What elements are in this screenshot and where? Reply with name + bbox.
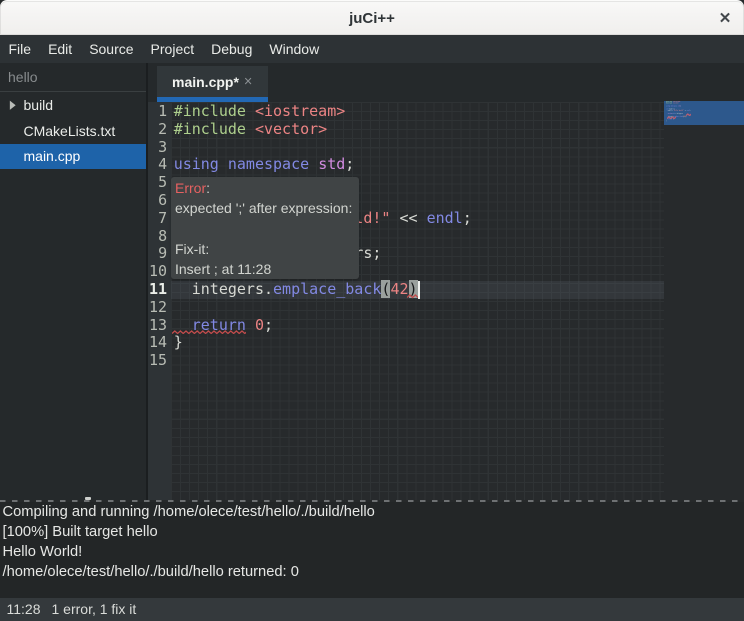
code-token-pp: #include xyxy=(174,120,246,138)
tooltip-error-line: Error: xyxy=(175,178,359,198)
code-token-pl: ; xyxy=(264,316,273,334)
line-number: 2 xyxy=(148,121,171,139)
line-number: 9 xyxy=(148,245,171,263)
tree-item-main-cpp[interactable]: main.cpp xyxy=(0,144,146,170)
source-minimap[interactable]: #include <iostream>#include <vector>usin… xyxy=(664,102,744,500)
line-number: 5 xyxy=(148,174,171,192)
diagnostic-count: 1 error, 1 fix it xyxy=(52,601,137,617)
menu-project[interactable]: Project xyxy=(142,35,203,63)
code-line-1: #include <iostream> xyxy=(174,103,664,121)
menu-file[interactable]: File xyxy=(0,35,40,63)
code-line-12 xyxy=(174,299,664,317)
titlebar[interactable]: juCi++ ✕ xyxy=(0,0,744,35)
code-token-pl xyxy=(219,155,228,173)
code-line-15 xyxy=(174,352,664,370)
code-token-pl xyxy=(246,316,255,334)
tabbar: main.cpp* × xyxy=(148,63,744,102)
line-number: 14 xyxy=(148,334,171,352)
tooltip-fixit-text: Insert ; at 11:28 xyxy=(175,259,359,279)
code-token-kw: endl xyxy=(427,209,463,227)
line-number: 15 xyxy=(148,352,171,370)
code-token-ns: std xyxy=(318,155,345,173)
code-line-2: #include <vector> xyxy=(174,121,664,139)
code-token-num: 0 xyxy=(255,316,264,334)
project-name: hello xyxy=(0,63,146,91)
code-token-pl: integers. xyxy=(174,280,273,298)
menu-debug[interactable]: Debug xyxy=(203,35,261,63)
project-sidebar: hello build CMakeLists.txt main.cpp xyxy=(0,63,146,500)
line-number: 7 xyxy=(148,210,171,228)
tooltip-spacer xyxy=(175,219,359,239)
line-number: 10 xyxy=(148,263,171,281)
code-token-pl: ; xyxy=(345,155,354,173)
terminal-line: Compiling and running /home/olece/test/h… xyxy=(3,502,744,522)
code-text-area[interactable]: #include <iostream>#include <vector>usin… xyxy=(171,102,664,500)
file-tree: build CMakeLists.txt main.cpp xyxy=(0,92,146,169)
tree-item-label: main.cpp xyxy=(24,148,81,164)
build-terminal[interactable]: Compiling and running /home/olece/test/h… xyxy=(0,502,744,598)
code-token-kw: emplace_back xyxy=(273,280,381,298)
tooltip-message: expected ';' after expression: xyxy=(175,198,359,218)
code-line-4: using namespace std; xyxy=(174,156,664,174)
terminal-line: /home/olece/test/hello/./build/hello ret… xyxy=(3,562,744,582)
code-token-pl: ; xyxy=(463,209,472,227)
tree-item-build[interactable]: build xyxy=(0,92,146,118)
code-token-pl xyxy=(246,120,255,138)
minimap-error-mark xyxy=(686,113,691,117)
tree-item-label: build xyxy=(24,97,54,113)
window-title: juCi++ xyxy=(0,1,744,35)
tree-item-cmakelists-txt[interactable]: CMakeLists.txt xyxy=(0,118,146,144)
error-squiggle xyxy=(172,330,246,335)
code-token-pl xyxy=(246,102,255,120)
minimap-error-mark xyxy=(667,116,677,120)
line-number: 1 xyxy=(148,103,171,121)
line-number: 13 xyxy=(148,317,171,335)
tooltip-fixit-title: Fix-it: xyxy=(175,239,359,259)
line-number-gutter: 123456789101112131415 xyxy=(148,102,171,500)
code-line-14: } xyxy=(174,334,664,352)
code-token-pp: #include xyxy=(174,102,246,120)
menubar: FileEditSourceProjectDebugWindow xyxy=(0,35,744,63)
diagnostic-tooltip: Error: expected ';' after expression: Fi… xyxy=(171,177,359,279)
terminal-line: [100%] Built target hello xyxy=(3,522,744,542)
code-token-str: <vector> xyxy=(255,120,327,138)
tab-close-icon[interactable]: × xyxy=(244,75,252,90)
expander-arrow-icon[interactable] xyxy=(9,100,17,111)
cursor-position: 11:28 xyxy=(7,601,41,617)
code-token-pl: << xyxy=(390,209,426,227)
code-token-str: <iostream> xyxy=(255,102,345,120)
error-squiggle xyxy=(407,294,418,299)
line-number: 4 xyxy=(148,156,171,174)
line-number: 12 xyxy=(148,299,171,317)
tooltip-severity: Error xyxy=(175,180,206,196)
code-token-num: 42 xyxy=(390,280,408,298)
code-token-kw: namespace xyxy=(228,155,309,173)
line-number: 11 xyxy=(148,281,171,299)
code-token-pl: } xyxy=(174,333,183,351)
tab-label: main.cpp* xyxy=(172,74,239,90)
close-window-icon[interactable]: ✕ xyxy=(715,1,735,35)
code-line-3 xyxy=(174,139,664,157)
code-line-13: return 0; xyxy=(174,317,664,335)
tree-item-label: CMakeLists.txt xyxy=(24,123,116,139)
menu-window[interactable]: Window xyxy=(261,35,328,63)
code-token-kw: using xyxy=(174,155,219,173)
text-caret xyxy=(418,281,420,299)
code-editor[interactable]: 123456789101112131415 #include <iostream… xyxy=(148,102,744,500)
code-token-pl xyxy=(309,155,318,173)
line-number: 3 xyxy=(148,139,171,157)
terminal-line: Hello World! xyxy=(3,542,744,562)
line-number: 8 xyxy=(148,228,171,246)
statusbar: 11:28 1 error, 1 fix it xyxy=(0,598,744,621)
jucipp-window: juCi++ ✕ FileEditSourceProjectDebugWindo… xyxy=(0,0,744,621)
tooltip-severity-colon: : xyxy=(206,180,210,196)
menu-source[interactable]: Source xyxy=(81,35,142,63)
line-number: 6 xyxy=(148,192,171,210)
divider-handle xyxy=(85,497,91,500)
tab-main-cpp[interactable]: main.cpp* × xyxy=(157,66,268,102)
menu-edit[interactable]: Edit xyxy=(40,35,81,63)
